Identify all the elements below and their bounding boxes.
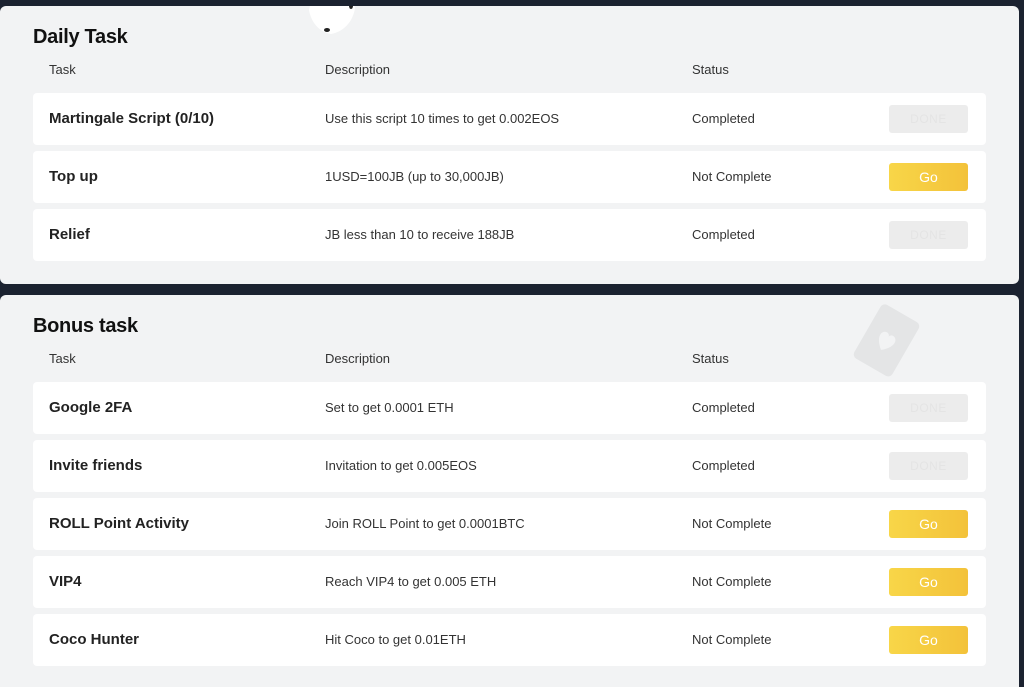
task-description: JB less than 10 to receive 188JB [325,227,515,242]
task-status: Not Complete [692,516,772,531]
task-status: Not Complete [692,169,772,184]
go-button[interactable]: Go [889,510,968,538]
dice-icon [309,6,355,34]
daily-task-panel: Daily Task Task Description Status Marti… [0,6,1019,284]
task-name: Invite friends [49,457,143,474]
task-name: Google 2FA [49,399,133,416]
task-description: Invitation to get 0.005EOS [325,458,477,473]
task-name: ROLL Point Activity [49,515,190,532]
task-description: Reach VIP4 to get 0.005 ETH [325,574,497,589]
task-list: Martingale Script (0/10) Use this script… [33,93,986,267]
task-description: Set to get 0.0001 ETH [325,400,454,415]
task-row: Martingale Script (0/10) Use this script… [33,93,986,145]
task-status: Completed [692,227,755,242]
task-description: Hit Coco to get 0.01ETH [325,632,466,647]
task-row: ROLL Point Activity Join ROLL Point to g… [33,498,986,550]
task-name: Top up [49,168,98,185]
done-button: DONE [889,452,968,480]
task-status: Not Complete [692,632,772,647]
task-list: Google 2FA Set to get 0.0001 ETH Complet… [33,382,986,672]
task-description: 1USD=100JB (up to 30,000JB) [325,169,504,184]
task-row: Relief JB less than 10 to receive 188JB … [33,209,986,261]
column-header-description: Description [325,62,391,77]
task-row: VIP4 Reach VIP4 to get 0.005 ETH Not Com… [33,556,986,608]
task-name: Coco Hunter [49,631,139,648]
done-button: DONE [889,394,968,422]
task-name: Martingale Script (0/10) [49,110,215,127]
go-button[interactable]: Go [889,163,968,191]
bonus-task-panel: Bonus task Task Description Status Googl… [0,295,1019,687]
done-button: DONE [889,105,968,133]
task-name: Relief [49,226,90,243]
task-name: VIP4 [49,573,82,590]
task-description: Join ROLL Point to get 0.0001BTC [325,516,525,531]
section-title: Daily Task [33,26,128,48]
task-status: Completed [692,400,755,415]
column-header-task: Task [49,62,76,77]
section-title: Bonus task [33,315,138,337]
task-row: Top up 1USD=100JB (up to 30,000JB) Not C… [33,151,986,203]
task-status: Completed [692,111,755,126]
go-button[interactable]: Go [889,568,968,596]
playing-card-icon [853,304,920,377]
column-header-task: Task [49,351,76,366]
task-row: Coco Hunter Hit Coco to get 0.01ETH Not … [33,614,986,666]
task-row: Google 2FA Set to get 0.0001 ETH Complet… [33,382,986,434]
column-header-description: Description [325,351,391,366]
go-button[interactable]: Go [889,626,968,654]
column-header-status: Status [692,351,729,366]
column-header-status: Status [692,62,729,77]
task-status: Completed [692,458,755,473]
task-status: Not Complete [692,574,772,589]
done-button: DONE [889,221,968,249]
task-description: Use this script 10 times to get 0.002EOS [325,111,560,126]
task-row: Invite friends Invitation to get 0.005EO… [33,440,986,492]
